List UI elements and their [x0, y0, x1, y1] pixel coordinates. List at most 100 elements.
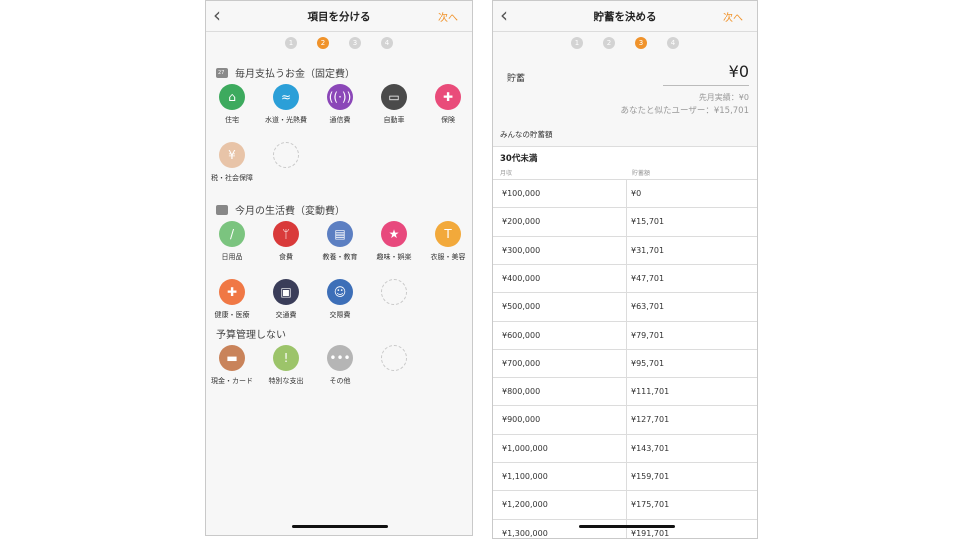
cross-icon: ✚	[219, 279, 245, 305]
category-label: 現金・カード	[211, 377, 253, 385]
income-cell: ¥600,000	[502, 330, 541, 340]
category-label: 通信費	[329, 116, 351, 124]
table-row: ¥1,200,000 ¥175,701	[493, 490, 757, 518]
savings-input-underline	[663, 85, 749, 86]
category-split-screen: ‹ 項目を分ける 次へ 1 2 3 4 毎月支払うお金（固定費） ⌂ 住宅 ≈ 水道・光熱費…	[205, 0, 473, 536]
category-wallet[interactable]: ▬ 現金・カード	[206, 345, 260, 386]
category-antenna[interactable]: ((·)) 通信費	[312, 84, 368, 125]
exclamation-icon: !	[273, 345, 299, 371]
category-exclamation[interactable]: ! 特別な支出	[258, 345, 314, 386]
savings-cell: ¥79,701	[631, 330, 665, 340]
variable-costs-heading: 今月の生活費（変動費）	[216, 202, 345, 217]
savings-screen: ‹ 貯蓄を決める 次へ 1 2 3 4 貯蓄 ¥0 先月実績：¥0 あなたと似たユーザ…	[492, 0, 758, 539]
category-label: 趣味・娯楽	[376, 253, 412, 261]
category-train[interactable]: ▣ 交通費	[258, 279, 314, 320]
category-label: 衣服・美容	[430, 253, 466, 261]
savings-column-header: 貯蓄額	[632, 170, 651, 177]
category-faucet[interactable]: ≈ 水道・光熱費	[258, 84, 314, 125]
medical-kit-icon: ✚	[435, 84, 461, 110]
wallet-small-icon	[216, 204, 228, 215]
income-cell: ¥500,000	[502, 302, 541, 312]
step-1: 1	[285, 37, 297, 49]
page-title: 貯蓄を決める	[593, 11, 657, 23]
step-3: 3	[635, 37, 647, 49]
category-label: 住宅	[225, 116, 239, 124]
category-label: 特別な支出	[268, 377, 304, 385]
variable-costs-title: 今月の生活費（変動費）	[235, 206, 345, 217]
category-fork-knife[interactable]: ᛘ 食費	[258, 221, 314, 262]
savings-cell: ¥15,701	[631, 217, 665, 227]
category-cross[interactable]: ✚ 健康・医療	[206, 279, 260, 320]
similar-users-savings: あなたと似たユーザー：¥15,701	[620, 106, 749, 116]
table-row: ¥500,000 ¥63,701	[493, 292, 757, 320]
nav-bar: ‹ 貯蓄を決める 次へ	[493, 1, 757, 32]
category-toothbrush[interactable]: / 日用品	[206, 221, 260, 262]
step-1: 1	[571, 37, 583, 49]
table-row: ¥300,000 ¥31,701	[493, 235, 757, 264]
table-row: ¥100,000 ¥0	[493, 179, 757, 207]
home-indicator	[292, 525, 388, 528]
category-label: 交通費	[275, 311, 297, 319]
empty-slot-icon	[273, 142, 299, 168]
step-indicator: 1 2 3 4	[206, 37, 472, 51]
category-house[interactable]: ⌂ 住宅	[206, 84, 260, 125]
table-row: ¥800,000 ¥111,701	[493, 377, 757, 405]
table-row: ¥600,000 ¥79,701	[493, 320, 757, 349]
savings-cell: ¥159,701	[631, 472, 670, 481]
money-icon: ¥	[219, 142, 245, 168]
age-group-title: 30代未満	[500, 154, 538, 164]
savings-table: 30代未満 月収 貯蓄額 ¥100,000 ¥0 ¥200,000 ¥15,701 ¥3…	[493, 146, 757, 538]
income-cell: ¥1,200,000	[502, 500, 548, 510]
income-cell: ¥800,000	[502, 387, 541, 397]
antenna-icon: ((·))	[327, 84, 353, 110]
add-category-slot[interactable]	[366, 345, 422, 371]
book-icon: ▤	[327, 221, 353, 247]
car-icon: ▭	[381, 84, 407, 110]
category-shirt[interactable]: T 衣服・美容	[420, 221, 472, 262]
train-icon: ▣	[273, 279, 299, 305]
unbudgeted-title: 予算管理しない	[216, 330, 286, 341]
house-icon: ⌂	[219, 84, 245, 110]
category-star[interactable]: ★ 趣味・娯楽	[366, 221, 422, 262]
empty-slot-icon	[381, 345, 407, 371]
table-row: ¥1,300,000 ¥191,701	[493, 518, 757, 538]
income-cell: ¥900,000	[502, 415, 541, 425]
step-2: 2	[317, 37, 329, 49]
category-car[interactable]: ▭ 自動車	[366, 84, 422, 125]
income-cell: ¥400,000	[502, 273, 541, 283]
next-button[interactable]: 次へ	[438, 9, 458, 24]
savings-label: 貯蓄	[507, 74, 526, 84]
add-category-slot[interactable]	[366, 279, 422, 305]
fixed-costs-heading: 毎月支払うお金（固定費）	[216, 65, 355, 80]
page-title: 項目を分ける	[307, 11, 371, 23]
category-medical-kit[interactable]: ✚ 保険	[420, 84, 472, 125]
calendar-icon	[216, 67, 228, 78]
savings-cell: ¥95,701	[631, 358, 665, 368]
star-icon: ★	[381, 221, 407, 247]
savings-cell: ¥191,701	[631, 528, 670, 538]
fixed-costs-title: 毎月支払うお金（固定費）	[235, 69, 355, 80]
category-book[interactable]: ▤ 教養・教育	[312, 221, 368, 262]
savings-input[interactable]: ¥0	[729, 62, 749, 81]
add-category-slot[interactable]	[258, 142, 314, 168]
category-label: 教養・教育	[322, 253, 358, 261]
category-label: 日用品	[221, 253, 243, 261]
more-dots-icon: •••	[327, 345, 353, 371]
savings-cell: ¥143,701	[631, 443, 670, 453]
everyone-savings-label: みんなの貯蓄額	[500, 130, 553, 139]
table-row: ¥900,000 ¥127,701	[493, 405, 757, 433]
category-label: 健康・医療	[214, 311, 250, 319]
income-cell: ¥700,000	[502, 358, 541, 368]
unbudgeted-heading: 予算管理しない	[216, 326, 286, 341]
fork-knife-icon: ᛘ	[273, 221, 299, 247]
faucet-icon: ≈	[273, 84, 299, 110]
step-3: 3	[349, 37, 361, 49]
people-icon: ☺	[327, 279, 353, 305]
category-money[interactable]: ¥ 税・社会保障	[206, 142, 260, 183]
nav-bar: ‹ 項目を分ける 次へ	[206, 1, 472, 32]
next-button[interactable]: 次へ	[723, 9, 743, 24]
category-more-dots[interactable]: ••• その他	[312, 345, 368, 386]
savings-cell: ¥111,701	[631, 387, 670, 397]
table-row: ¥200,000 ¥15,701	[493, 207, 757, 235]
category-people[interactable]: ☺ 交際費	[312, 279, 368, 320]
